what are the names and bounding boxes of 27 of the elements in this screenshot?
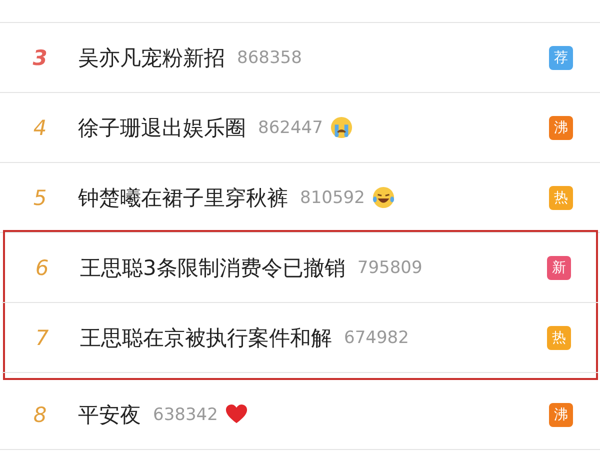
rank-number: 3 [32, 46, 48, 70]
crying-emoji-icon [330, 116, 353, 139]
rank-number: 4 [32, 116, 48, 140]
heat-count: 868358 [237, 48, 302, 68]
heart-icon [224, 403, 248, 426]
heat-count: 862447 [258, 118, 323, 138]
rank-number: 7 [34, 326, 50, 350]
heat-count: 674982 [344, 328, 409, 348]
rank-number: 6 [34, 256, 50, 280]
rank-number: 8 [32, 402, 48, 426]
status-tag: 新 [547, 256, 571, 280]
heat-count: 810592 [300, 188, 365, 208]
heat-count: 795809 [357, 258, 422, 278]
topic-title[interactable]: 王思聪3条限制消费令已撤销 [80, 254, 346, 282]
heat-count: 638342 [153, 404, 218, 424]
rank-number: 5 [32, 186, 48, 210]
status-tag: 沸 [549, 402, 573, 426]
status-tag: 热 [547, 326, 571, 350]
topic-title[interactable]: 钟楚曦在裙子里穿秋裤 [78, 184, 288, 212]
status-tag: 荐 [549, 46, 573, 70]
topic-title[interactable]: 平安夜 [78, 400, 141, 428]
status-tag: 沸 [549, 116, 573, 140]
topic-title[interactable]: 王思聪在京被执行案件和解 [80, 324, 332, 352]
topic-title[interactable]: 吴亦凡宠粉新招 [78, 44, 225, 72]
topic-title[interactable]: 徐子珊退出娱乐圈 [78, 114, 246, 142]
laughing-emoji-icon [372, 186, 395, 209]
status-tag: 热 [549, 186, 573, 210]
